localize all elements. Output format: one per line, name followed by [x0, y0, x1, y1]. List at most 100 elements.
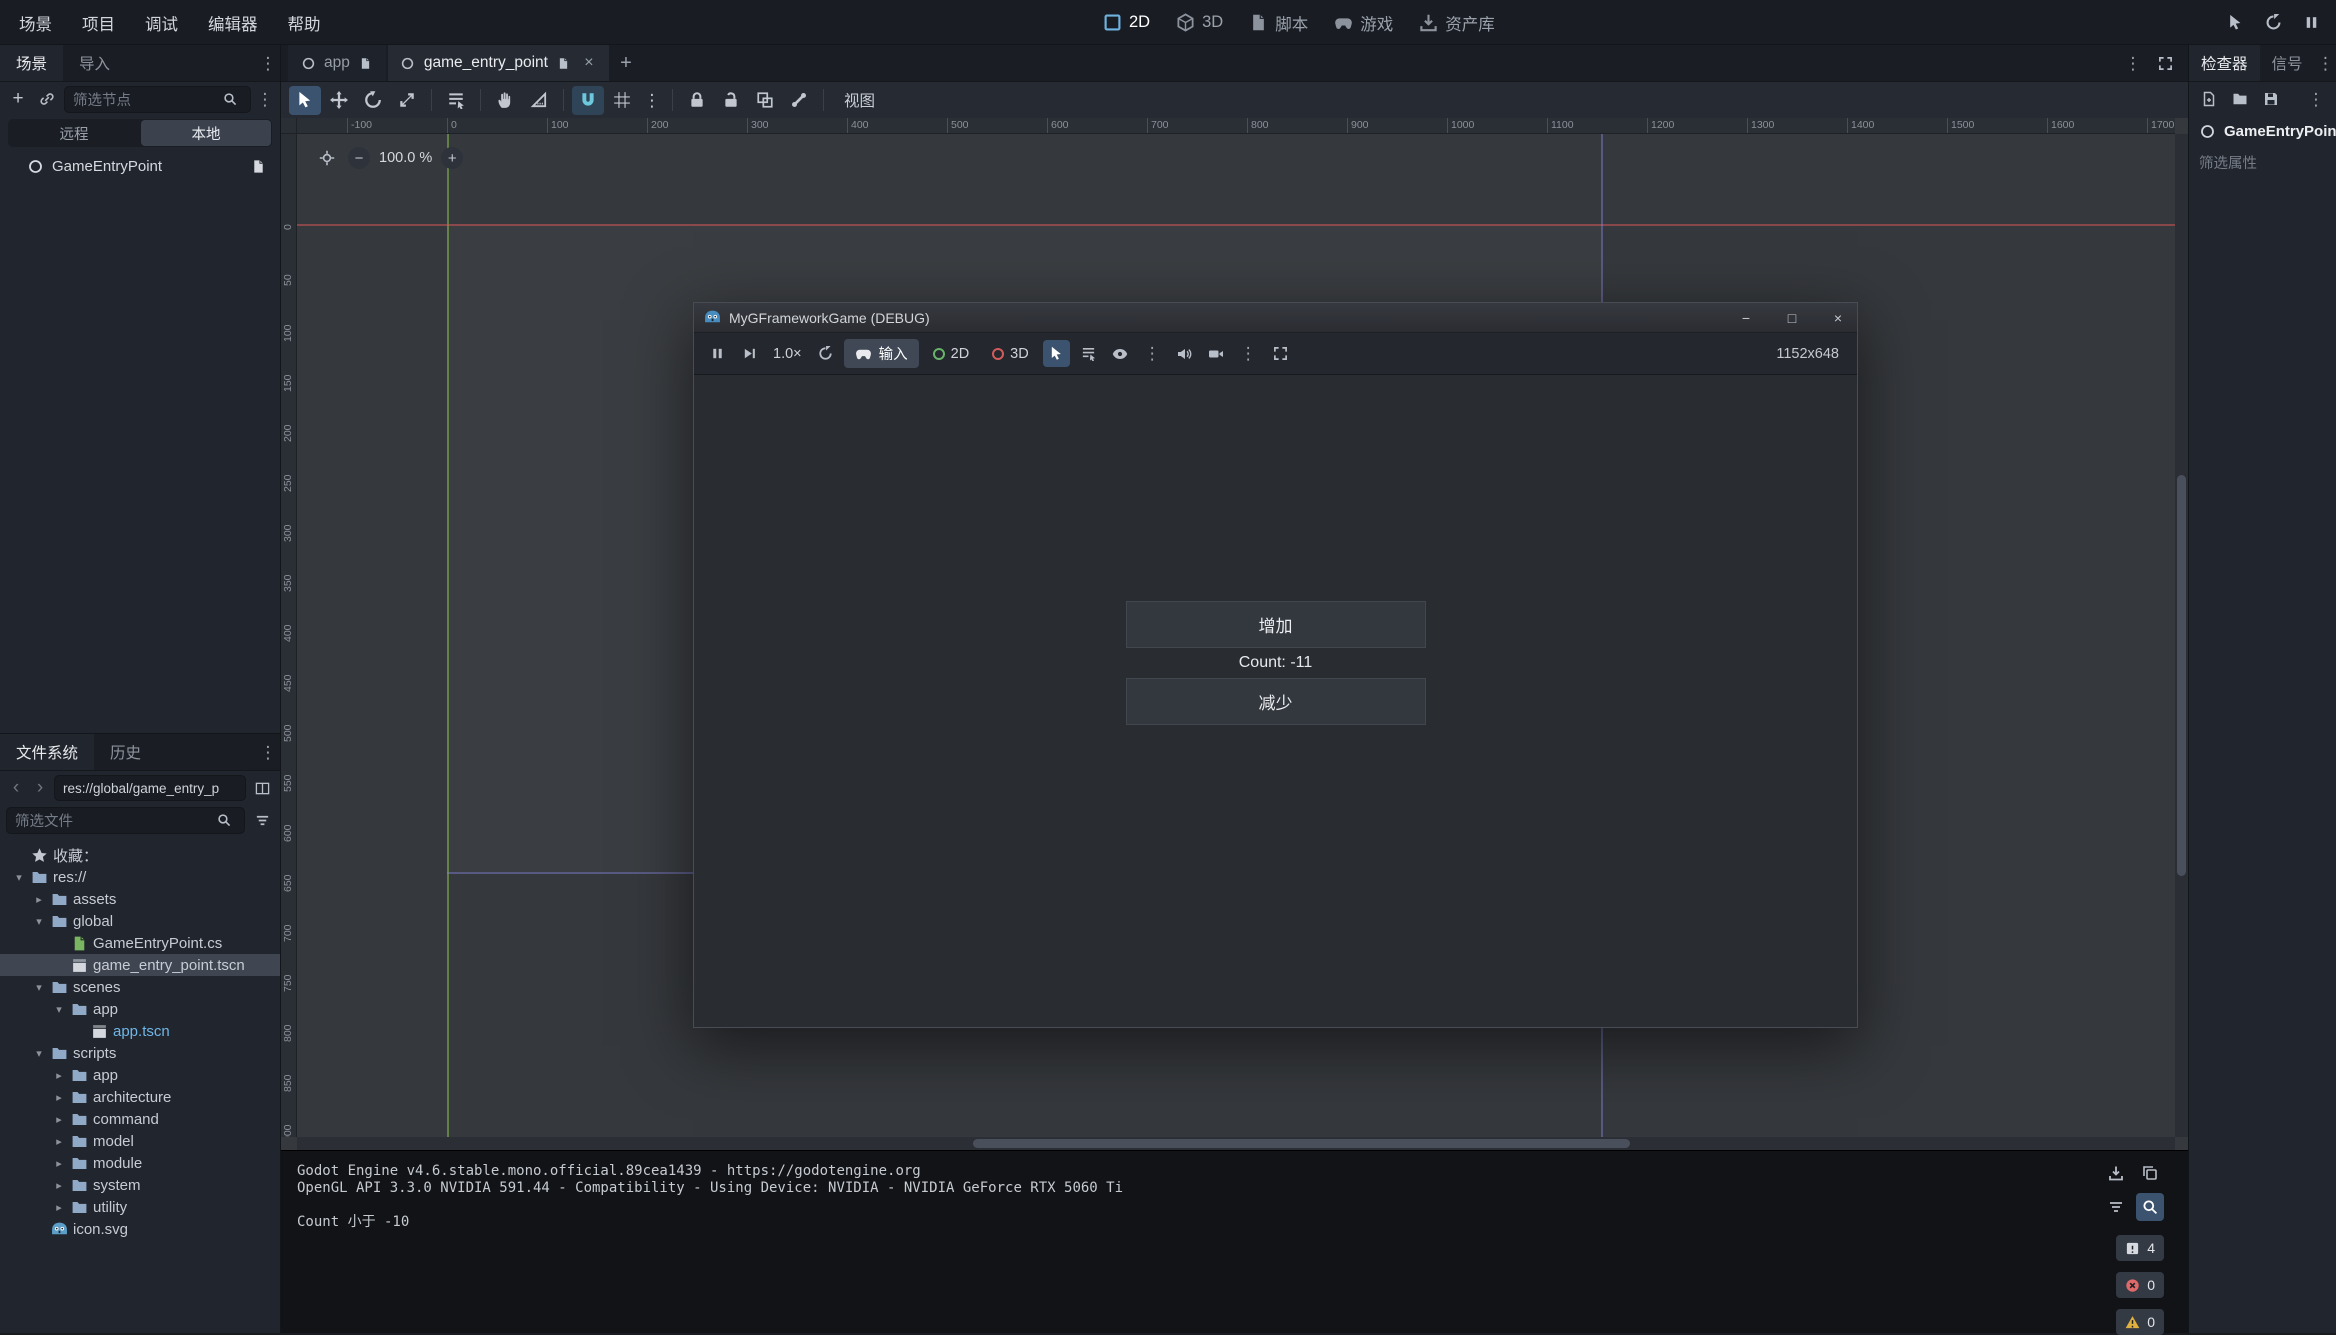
next-frame-button[interactable] — [736, 340, 763, 367]
game-window-titlebar[interactable]: MyGFrameworkGame (DEBUG) − □ × — [694, 303, 1857, 333]
file-tree-item[interactable]: ▾ res:// — [0, 866, 280, 888]
file-tree-item[interactable]: ▸ module — [0, 1152, 280, 1174]
tab-signals[interactable]: 信号 — [2260, 45, 2315, 81]
expand-arrow[interactable]: ▸ — [52, 1069, 66, 1082]
expand-arrow[interactable]: ▸ — [52, 1135, 66, 1148]
group-node-button[interactable] — [749, 86, 781, 115]
mute-audio-button[interactable] — [1171, 340, 1198, 367]
nav-back-button[interactable]: ‹ — [6, 776, 26, 800]
camera-2d-toggle[interactable]: 2D — [924, 339, 979, 368]
filter-nodes-input[interactable]: 筛选节点 — [64, 86, 251, 113]
unlock-node-button[interactable] — [715, 86, 747, 115]
save-resource-button[interactable] — [2259, 87, 2283, 111]
pan-tool-button[interactable] — [489, 86, 521, 115]
expand-arrow[interactable]: ▾ — [32, 1047, 46, 1060]
save-log-button[interactable] — [2102, 1159, 2130, 1187]
workspace-tab[interactable]: 3D — [1163, 0, 1236, 45]
increase-button[interactable]: 增加 — [1126, 601, 1426, 648]
select-mode-icon-button[interactable] — [2220, 8, 2250, 38]
camera-override-button[interactable] — [1203, 340, 1230, 367]
script-icon[interactable] — [249, 157, 268, 176]
grid-snap-button[interactable] — [606, 86, 638, 115]
camera-3d-toggle[interactable]: 3D — [983, 339, 1038, 368]
scene-tree-root-node[interactable]: GameEntryPoint — [0, 153, 280, 180]
error-count-badge[interactable]: 0 — [2116, 1272, 2164, 1298]
file-tree-item[interactable]: ▸ system — [0, 1174, 280, 1196]
sort-files-icon[interactable] — [250, 808, 274, 832]
instance-scene-button[interactable] — [35, 87, 59, 111]
embed-select-mode-button[interactable] — [1043, 340, 1070, 367]
expand-arrow[interactable]: ▸ — [52, 1179, 66, 1192]
current-path[interactable]: res://global/game_entry_p — [54, 775, 246, 801]
snap-options-icon[interactable]: ⋮ — [640, 86, 664, 115]
file-tree-item[interactable]: ▸ architecture — [0, 1086, 280, 1108]
file-tree-item[interactable]: ▸ model — [0, 1130, 280, 1152]
tabbar-menu-icon[interactable]: ⋮ — [2120, 50, 2146, 76]
fullscreen-button[interactable] — [1267, 340, 1294, 367]
expand-viewport-icon[interactable] — [2152, 50, 2178, 76]
file-tree-item[interactable]: GameEntryPoint.cs — [0, 932, 280, 954]
search-log-button[interactable] — [2136, 1193, 2164, 1221]
workspace-tab[interactable]: 脚本 — [1236, 0, 1321, 45]
inspector-extra-menu-icon[interactable]: ⋮ — [2304, 87, 2328, 111]
local-button[interactable]: 本地 — [141, 120, 271, 146]
new-scene-tab-button[interactable]: + — [610, 45, 642, 81]
expand-arrow[interactable]: ▾ — [52, 1003, 66, 1016]
restart-icon-button[interactable] — [2258, 8, 2288, 38]
menu-item[interactable]: 场景 — [4, 0, 67, 45]
script-icon[interactable] — [555, 54, 573, 72]
pause-game-button[interactable] — [704, 340, 731, 367]
warning-count-badge[interactable]: 0 — [2116, 1309, 2164, 1335]
maximize-window-button[interactable]: □ — [1773, 303, 1811, 332]
file-tree-item[interactable]: app.tscn — [0, 1020, 280, 1042]
expand-arrow[interactable]: ▾ — [32, 981, 46, 994]
new-resource-button[interactable] — [2197, 87, 2221, 111]
menu-item[interactable]: 编辑器 — [193, 0, 273, 45]
visibility-button[interactable] — [1107, 340, 1134, 367]
scene-tab-app[interactable]: app — [288, 45, 386, 81]
file-tree-item[interactable]: ▾ scripts — [0, 1042, 280, 1064]
expand-arrow[interactable]: ▾ — [32, 915, 46, 928]
debug-options-icon[interactable]: ⋮ — [1139, 340, 1166, 367]
workspace-tab[interactable]: 2D — [1090, 0, 1163, 45]
copy-log-button[interactable] — [2136, 1159, 2164, 1187]
scene-tree-menu-icon[interactable]: ⋮ — [256, 87, 274, 111]
tab-import[interactable]: 导入 — [63, 45, 126, 81]
remote-button[interactable]: 远程 — [9, 120, 139, 146]
file-tree-item[interactable]: icon.svg — [0, 1218, 280, 1240]
tab-inspector[interactable]: 检查器 — [2189, 45, 2260, 81]
menu-item[interactable]: 项目 — [67, 0, 130, 45]
script-icon[interactable] — [357, 54, 375, 72]
zoom-level-label[interactable]: 100.0 % — [379, 150, 432, 166]
inspected-node-row[interactable]: GameEntryPoint... — [2189, 116, 2336, 146]
zoom-out-button[interactable]: − — [348, 147, 370, 169]
filesystem-dock-menu-icon[interactable]: ⋮ — [256, 734, 280, 770]
expand-arrow[interactable]: ▸ — [52, 1113, 66, 1126]
pause-icon-button[interactable] — [2296, 8, 2326, 38]
expand-arrow[interactable]: ▸ — [32, 893, 46, 906]
tab-history[interactable]: 历史 — [94, 734, 157, 770]
close-tab-icon[interactable]: × — [580, 54, 598, 72]
tab-scene[interactable]: 场景 — [0, 45, 63, 81]
minimize-window-button[interactable]: − — [1727, 303, 1765, 332]
smart-snap-button[interactable] — [572, 86, 604, 115]
nav-forward-button[interactable]: › — [30, 776, 50, 800]
move-tool-button[interactable] — [323, 86, 355, 115]
lock-node-button[interactable] — [681, 86, 713, 115]
filter-files-input[interactable]: 筛选文件 — [6, 807, 245, 834]
ruler-tool-button[interactable] — [523, 86, 555, 115]
horizontal-scrollbar[interactable] — [297, 1137, 2175, 1150]
file-tree-item[interactable]: ▾ global — [0, 910, 280, 932]
input-toggle-button[interactable]: 输入 — [844, 339, 919, 368]
menu-item[interactable]: 调试 — [130, 0, 193, 45]
file-tree-item[interactable]: ▸ app — [0, 1064, 280, 1086]
expand-arrow[interactable]: ▸ — [52, 1091, 66, 1104]
restart-game-button[interactable] — [812, 340, 839, 367]
tab-filesystem[interactable]: 文件系统 — [0, 734, 94, 770]
load-resource-button[interactable] — [2228, 87, 2252, 111]
horizontal-scrollbar-thumb[interactable] — [973, 1139, 1630, 1148]
workspace-tab[interactable]: 资产库 — [1406, 0, 1508, 45]
vertical-scrollbar[interactable] — [2175, 134, 2188, 1137]
file-tree-item[interactable]: ▾ scenes — [0, 976, 280, 998]
menu-item[interactable]: 帮助 — [273, 0, 336, 45]
